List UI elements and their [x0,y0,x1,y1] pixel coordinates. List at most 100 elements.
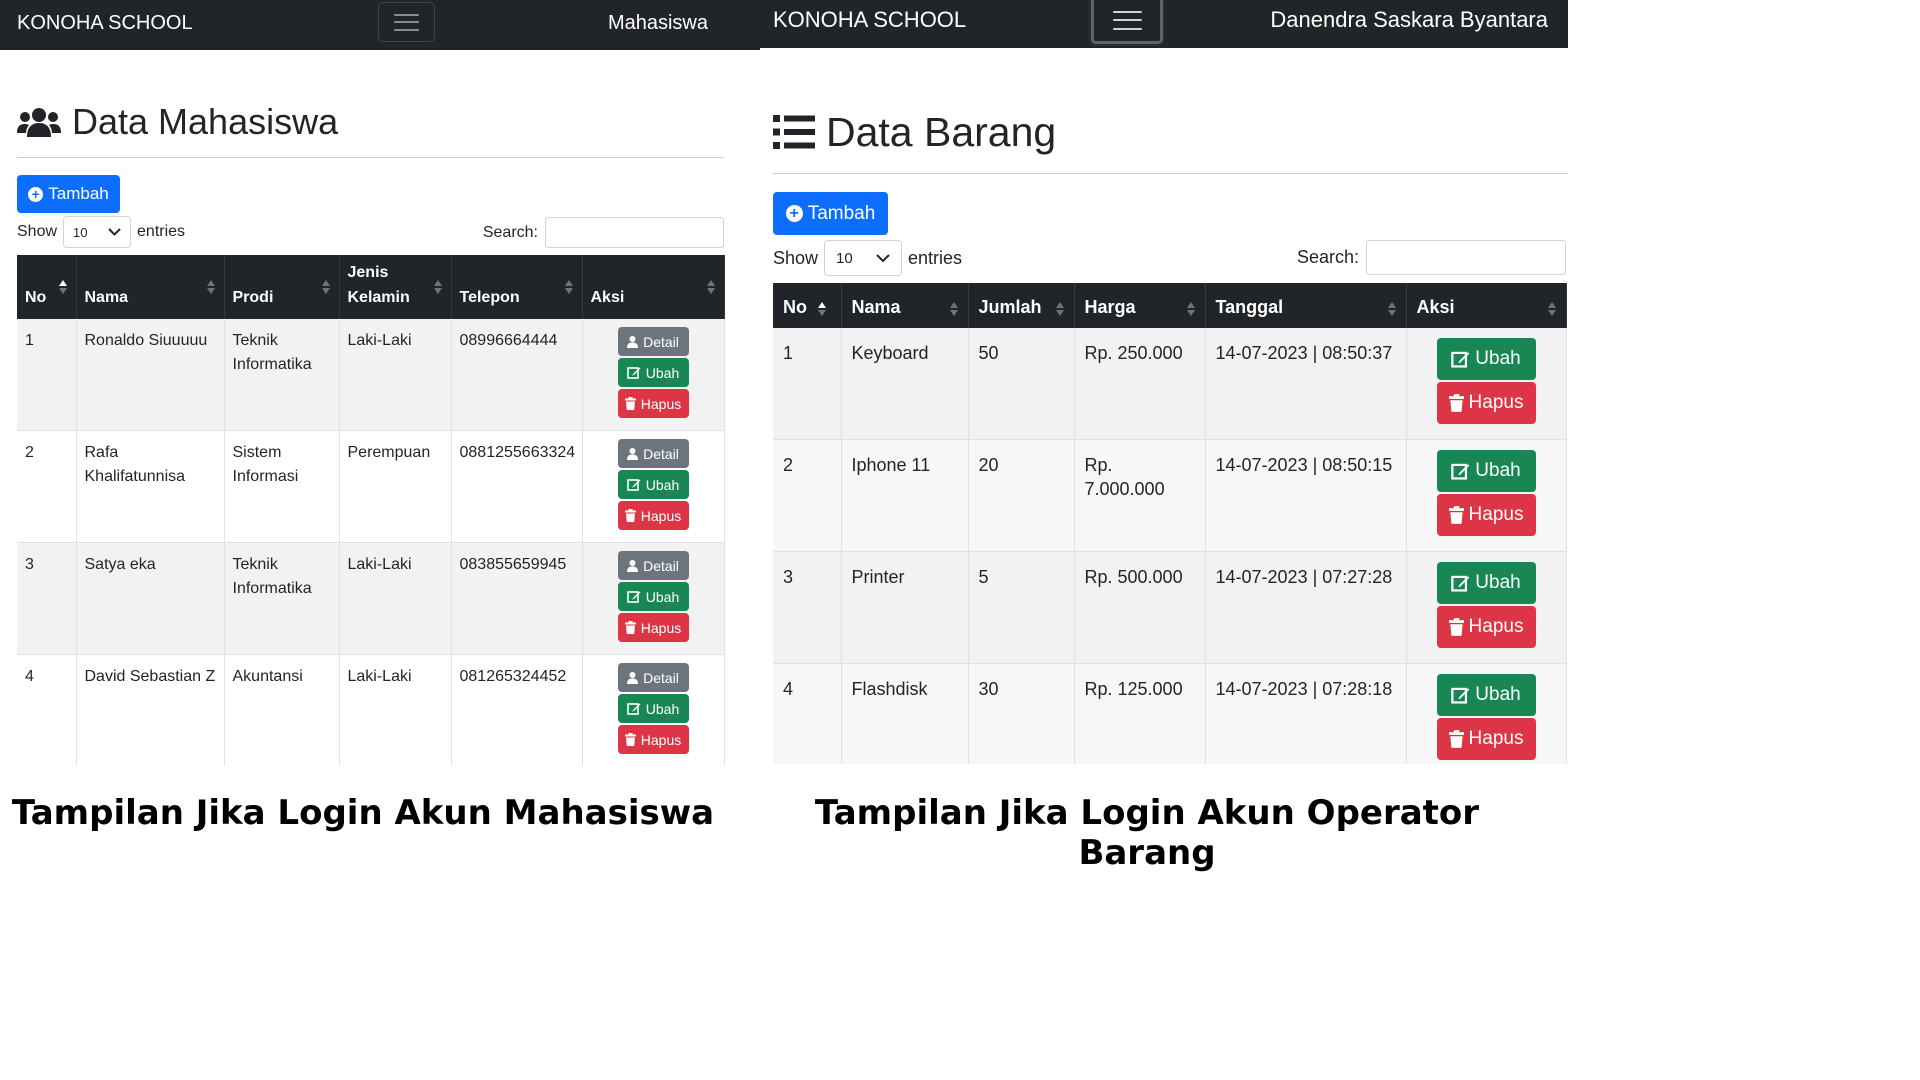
delete-label: Hapus [1468,616,1524,637]
cell-tanggal: 14-07-2023 | 07:28:18 [1205,663,1407,764]
cell-telepon: 08996664444 [451,319,583,431]
cell-nama: Satya eka [76,542,225,655]
detail-button[interactable]: Detail [617,327,689,356]
delete-button[interactable]: Hapus [1436,494,1536,536]
edit-button[interactable]: Ubah [1436,674,1536,716]
hamburger-menu-icon [394,13,419,31]
table-row: 3 Satya eka Teknik Informatika Laki-Laki… [17,542,725,655]
hamburger-menu-icon [1112,10,1142,30]
search-input[interactable] [545,217,724,248]
column-header-nama[interactable]: Nama [841,283,969,328]
cell-no: 1 [773,328,842,440]
cell-prodi: Akuntansi [224,654,340,766]
detail-button[interactable]: Detail [617,439,689,468]
edit-button[interactable]: Ubah [617,470,689,499]
cell-aksi: Detail Ubah Hapus [582,542,725,655]
detail-button[interactable]: Detail [617,663,689,692]
column-header-label: Tanggal [1215,297,1284,317]
entries-select[interactable]: 10 [63,216,132,248]
delete-button[interactable]: Hapus [617,613,689,642]
column-header-harga[interactable]: Harga [1074,283,1206,328]
cell-harga: Rp. 7.000.000 [1074,439,1206,552]
column-header-prodi[interactable]: Prodi [224,255,340,319]
cell-jumlah: 20 [968,439,1075,552]
edit-button[interactable]: Ubah [1436,562,1536,604]
table-row: 1 Keyboard 50 Rp. 250.000 14-07-2023 | 0… [773,328,1567,440]
edit-label: Ubah [645,588,680,605]
table-row: 4 Flashdisk 30 Rp. 125.000 14-07-2023 | … [773,663,1567,764]
cell-jumlah: 30 [968,663,1075,764]
page-title: Data Mahasiswa [17,96,338,148]
plus-circle-icon: + [28,186,44,202]
edit-button[interactable]: Ubah [1436,338,1536,380]
delete-button[interactable]: Hapus [1436,606,1536,648]
sort-icon [206,280,215,294]
add-button[interactable]: + Tambah [773,192,888,235]
cell-nama: Iphone 11 [841,439,969,552]
user-icon [627,671,639,684]
edit-icon [626,367,641,379]
edit-button[interactable]: Ubah [617,358,689,387]
cell-telepon: 0881255663324 [451,430,583,543]
column-header-no[interactable]: No [773,283,842,328]
navbar-toggler-button[interactable] [378,2,435,42]
sort-icon [949,302,958,316]
column-header-jenis-kelamin[interactable]: Jenis Kelamin [339,255,452,319]
nav-user-label[interactable]: Danendra Saskara Byantara [1270,0,1548,40]
brand-link[interactable]: KONOHA SCHOOL [773,0,966,40]
edit-icon [626,703,641,715]
search-control: Search: [483,217,724,248]
navbar: KONOHA SCHOOL Mahasiswa [0,0,760,50]
cell-jenis-kelamin: Perempuan [339,430,452,543]
nav-user-label[interactable]: Mahasiswa [608,0,708,46]
cell-aksi: Ubah Hapus [1406,439,1567,552]
edit-button[interactable]: Ubah [617,694,689,723]
cell-prodi: Teknik Informatika [224,319,340,431]
delete-button[interactable]: Hapus [617,725,689,754]
column-header-label: Nama [84,289,129,306]
search-label: Search: [1296,247,1359,267]
column-header-no[interactable]: No [17,255,77,319]
barang-table: No Nama Jumlah Harga Tanggal Aksi 1 Keyb… [773,283,1567,764]
delete-button[interactable]: Hapus [617,389,689,418]
column-header-tanggal[interactable]: Tanggal [1205,283,1407,328]
divider [17,157,724,158]
sort-icon [433,280,442,294]
edit-button[interactable]: Ubah [1436,450,1536,492]
entries-select[interactable]: 10 [824,240,903,276]
cell-aksi: Ubah Hapus [1406,551,1567,664]
brand-link[interactable]: KONOHA SCHOOL [17,0,193,46]
cell-tanggal: 14-07-2023 | 08:50:37 [1205,328,1407,440]
entries-label: entries [908,247,963,268]
detail-button[interactable]: Detail [617,551,689,580]
entries-length-control: Show 10 entries [17,216,185,248]
column-header-telepon[interactable]: Telepon [451,255,583,319]
navbar-toggler-button[interactable] [1091,0,1163,44]
caption-mahasiswa: Tampilan Jika Login Akun Mahasiswa [11,793,715,833]
column-header-aksi[interactable]: Aksi [582,255,725,319]
add-button-label: Tambah [807,202,876,224]
delete-button[interactable]: Hapus [1436,382,1536,424]
column-header-nama[interactable]: Nama [76,255,225,319]
delete-button[interactable]: Hapus [617,501,689,530]
plus-circle-icon: + [785,205,803,222]
column-header-aksi[interactable]: Aksi [1406,283,1567,328]
edit-button[interactable]: Ubah [617,582,689,611]
cell-jenis-kelamin: Laki-Laki [339,319,452,431]
search-input[interactable] [1366,240,1566,275]
trash-icon [1448,730,1464,748]
column-header-label: Aksi [1416,297,1455,317]
entries-label: entries [137,223,186,240]
cell-no: 1 [17,319,77,431]
user-icon [627,559,639,572]
edit-icon [626,591,641,603]
table-row: 4 David Sebastian Z Akuntansi Laki-Laki … [17,654,725,766]
cell-harga: Rp. 250.000 [1074,328,1206,440]
delete-button[interactable]: Hapus [1436,718,1536,760]
edit-icon [1451,575,1470,592]
column-header-jumlah[interactable]: Jumlah [968,283,1075,328]
cell-telepon: 083855659945 [451,542,583,655]
add-button[interactable]: + Tambah [17,175,120,213]
delete-label: Hapus [1468,392,1524,413]
delete-label: Hapus [1468,728,1524,749]
